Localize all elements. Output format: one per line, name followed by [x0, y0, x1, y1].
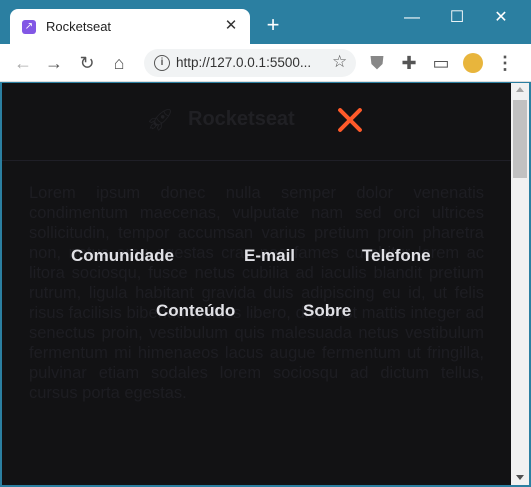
browser-toolbar: ← → ↻ ⌂ i http://127.0.0.1:5500... ☆ ⛊ ✚… — [0, 44, 531, 82]
scrollbar-thumb[interactable] — [513, 100, 527, 178]
maximize-button[interactable]: ☐ — [442, 6, 472, 30]
nav-link-comunidade[interactable]: Comunidade — [71, 246, 174, 266]
page-viewport: 🚀︎ Rocketseat Lorem ipsum donec nulla se… — [2, 83, 511, 485]
forward-button[interactable]: → — [43, 52, 65, 74]
puzzle-extensions-icon[interactable]: ✚ — [398, 52, 420, 74]
nav-link-telefone[interactable]: Telefone — [362, 246, 431, 266]
tab-close-icon[interactable]: ✕ — [222, 17, 240, 35]
browser-tab[interactable]: ↗ Rocketseat ✕ — [10, 9, 250, 44]
profile-avatar[interactable] — [463, 53, 483, 73]
nav-link-sobre[interactable]: Sobre — [303, 301, 351, 321]
body-text: Lorem ipsum donec nulla semper dolor ven… — [29, 184, 484, 402]
close-menu-icon[interactable] — [335, 106, 365, 136]
url-text[interactable]: http://127.0.0.1:5500... — [176, 55, 311, 70]
address-bar[interactable]: i http://127.0.0.1:5500... ☆ — [144, 49, 356, 77]
rocketseat-favicon-icon: ↗ — [22, 20, 36, 34]
rocket-logo-icon: 🚀︎ — [146, 107, 174, 132]
nav-link-email[interactable]: E-mail — [244, 246, 295, 266]
cast-icon[interactable]: ▭ — [430, 52, 452, 74]
scroll-up-arrow-icon[interactable] — [516, 87, 524, 92]
vertical-scrollbar[interactable] — [511, 83, 529, 485]
logo-text: Rocketseat — [188, 108, 295, 130]
browser-titlebar: ↗ Rocketseat ✕ + — ☐ ✕ — [0, 0, 531, 44]
page-header: 🚀︎ Rocketseat — [2, 83, 511, 161]
nav-link-conteudo[interactable]: Conteúdo — [156, 301, 235, 321]
home-button[interactable]: ⌂ — [108, 52, 130, 74]
window-close-button[interactable]: ✕ — [486, 6, 516, 30]
site-info-icon[interactable]: i — [154, 55, 170, 71]
bookmark-star-icon[interactable]: ☆ — [332, 52, 347, 72]
tab-title: Rocketseat — [46, 19, 112, 34]
minimize-button[interactable]: — — [397, 6, 427, 30]
new-tab-button[interactable]: + — [262, 14, 284, 36]
reload-button[interactable]: ↻ — [76, 52, 98, 74]
scroll-down-arrow-icon[interactable] — [516, 475, 524, 480]
shield-extension-icon[interactable]: ⛊ — [366, 52, 388, 74]
back-button[interactable]: ← — [12, 52, 34, 74]
browser-menu-icon[interactable]: ⋮ — [494, 52, 516, 74]
